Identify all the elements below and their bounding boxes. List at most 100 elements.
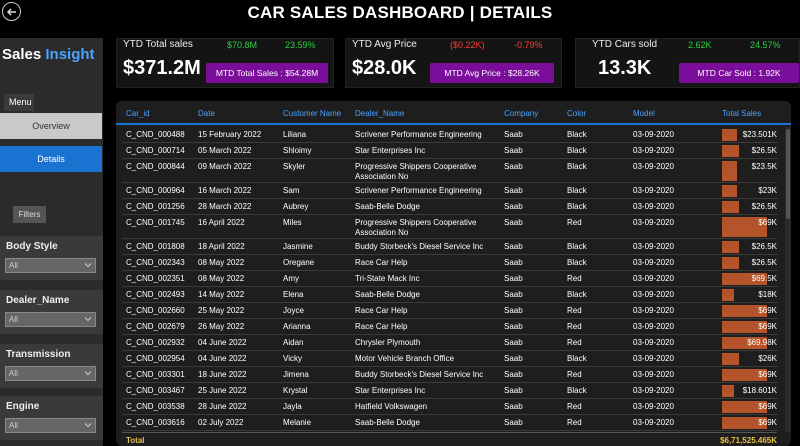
table-row[interactable]: C_CND_001745 16 April 2022 Miles Progressiv… xyxy=(122,215,777,239)
cell-company: Saab xyxy=(504,162,523,171)
kpi-delta-abs: $70.8M xyxy=(227,40,258,50)
sales-value: $69K xyxy=(758,218,777,227)
cell-customer: Aubrey xyxy=(283,202,309,211)
total-label: Total xyxy=(126,436,145,445)
cell-customer: Oregane xyxy=(283,258,315,267)
table-row[interactable]: C_CND_000714 05 March 2022 Shloimy Star Ent… xyxy=(122,143,777,159)
sales-value: $69K xyxy=(758,306,777,315)
cell-dealer: Saab-Belle Dodge xyxy=(355,202,420,211)
cell-total-sales: $69K xyxy=(722,369,777,381)
cell-id: C_CND_002660 xyxy=(126,306,185,315)
table-row[interactable]: C_CND_002679 26 May 2022 Arianna Race Car H… xyxy=(122,319,777,335)
cell-id: C_CND_001808 xyxy=(126,242,185,251)
sales-value: $69K xyxy=(758,402,777,411)
cell-color: Black xyxy=(567,130,587,139)
column-header-date[interactable]: Date xyxy=(198,109,215,118)
cell-id: C_CND_000488 xyxy=(126,130,185,139)
cell-color: Black xyxy=(567,186,587,195)
table-row[interactable]: C_CND_002351 08 May 2022 Amy Tri-State Mack… xyxy=(122,271,777,287)
cell-date: 28 March 2022 xyxy=(198,202,252,211)
dropdown-value: All xyxy=(9,315,18,324)
cell-total-sales: $18K xyxy=(722,289,777,301)
kpi-card-avg-price: YTD Avg Price $28.0K ($0.22K) -0.79% MTD… xyxy=(345,38,562,88)
cell-total-sales: $26.5K xyxy=(722,201,777,213)
table-row[interactable]: C_CND_002954 04 June 2022 Vicky Motor Vehic… xyxy=(122,351,777,367)
cell-color: Red xyxy=(567,418,582,427)
sales-bar xyxy=(722,353,739,365)
nav-overview-button[interactable]: Overview xyxy=(0,113,102,139)
table-row[interactable]: C_CND_002493 14 May 2022 Elena Saab-Belle D… xyxy=(122,287,777,303)
dropdown-value: All xyxy=(9,369,18,378)
table-row[interactable]: C_CND_000844 09 March 2022 Skyler Progressi… xyxy=(122,159,777,183)
table-row[interactable]: C_CND_002932 04 June 2022 Aidan Chrysler Pl… xyxy=(122,335,777,351)
column-header-car-id[interactable]: Car_id xyxy=(126,109,150,118)
table-row[interactable]: C_CND_003616 02 July 2022 Melanie Saab-Bell… xyxy=(122,415,777,431)
dealer-name-dropdown[interactable]: All xyxy=(5,312,96,327)
cell-color: Red xyxy=(567,370,582,379)
cell-company: Saab xyxy=(504,338,523,347)
cell-id: C_CND_001745 xyxy=(126,218,185,227)
cell-color: Black xyxy=(567,146,587,155)
cell-model: 03-09-2020 xyxy=(633,402,674,411)
cell-model: 03-09-2020 xyxy=(633,338,674,347)
column-header-customer[interactable]: Customer Name xyxy=(283,109,341,118)
sales-value: $23K xyxy=(758,186,777,195)
cell-model: 03-09-2020 xyxy=(633,130,674,139)
dropdown-value: All xyxy=(9,261,18,270)
body-style-dropdown[interactable]: All xyxy=(5,258,96,273)
column-header-total-sales[interactable]: Total Sales xyxy=(722,109,761,118)
cell-total-sales: $23.501K xyxy=(722,129,777,141)
column-header-model[interactable]: Model xyxy=(633,109,655,118)
cell-total-sales: $18.601K xyxy=(722,385,777,397)
cell-model: 03-09-2020 xyxy=(633,258,674,267)
cell-customer: Jasmine xyxy=(283,242,313,251)
cell-date: 08 May 2022 xyxy=(198,274,245,283)
nav-details-button[interactable]: Details xyxy=(0,146,102,172)
cell-id: C_CND_002954 xyxy=(126,354,185,363)
sales-bar xyxy=(722,241,739,253)
cell-model: 03-09-2020 xyxy=(633,370,674,379)
column-header-dealer[interactable]: Dealer_Name xyxy=(355,109,404,118)
cell-total-sales: $69K xyxy=(722,321,777,333)
cell-id: C_CND_003616 xyxy=(126,418,185,427)
table-row[interactable]: C_CND_003538 28 June 2022 Jayla Hatfield Vo… xyxy=(122,399,777,415)
cell-date: 25 June 2022 xyxy=(198,386,247,395)
table-row[interactable]: C_CND_001256 28 March 2022 Aubrey Saab-Bell… xyxy=(122,199,777,215)
table-row[interactable]: C_CND_000964 16 March 2022 Sam Scrivener Pe… xyxy=(122,183,777,199)
cell-dealer: Saab-Belle Dodge xyxy=(355,290,420,299)
cell-model: 03-09-2020 xyxy=(633,162,674,171)
cell-model: 03-09-2020 xyxy=(633,354,674,363)
cell-customer: Amy xyxy=(283,274,299,283)
table-row[interactable]: C_CND_000488 15 February 2022 Liliana Scriv… xyxy=(122,127,777,143)
sales-bar xyxy=(722,145,739,157)
table-header: Car_id Date Customer Name Dealer_Name Co… xyxy=(116,109,791,125)
kpi-value: $371.2M xyxy=(123,57,201,79)
transmission-dropdown[interactable]: All xyxy=(5,366,96,381)
sales-bar xyxy=(722,257,739,269)
filters-button[interactable]: Filters xyxy=(13,206,46,223)
kpi-name: YTD Avg Price xyxy=(352,39,417,50)
cell-color: Black xyxy=(567,290,587,299)
table-row[interactable]: C_CND_002660 25 May 2022 Joyce Race Car Hel… xyxy=(122,303,777,319)
sales-value: $18K xyxy=(758,290,777,299)
column-header-color[interactable]: Color xyxy=(567,109,586,118)
table-total-row: Total $6,71,525.465K xyxy=(122,432,777,446)
table-scrollbar[interactable] xyxy=(785,127,791,432)
cell-total-sales: $23.5K xyxy=(722,161,777,181)
table-row[interactable]: C_CND_003301 18 June 2022 Jimena Buddy Stor… xyxy=(122,367,777,383)
engine-dropdown[interactable]: All xyxy=(5,418,96,433)
table-row[interactable]: C_CND_001808 18 April 2022 Jasmine Buddy St… xyxy=(122,239,777,255)
table-row[interactable]: C_CND_002343 08 May 2022 Oregane Race Car H… xyxy=(122,255,777,271)
cell-color: Black xyxy=(567,202,587,211)
table-row[interactable]: C_CND_003467 25 June 2022 Krystal Star Ente… xyxy=(122,383,777,399)
column-header-company[interactable]: Company xyxy=(504,109,538,118)
cell-model: 03-09-2020 xyxy=(633,242,674,251)
cell-company: Saab xyxy=(504,306,523,315)
sales-value: $26.5K xyxy=(751,202,777,211)
cell-id: C_CND_002343 xyxy=(126,258,185,267)
kpi-delta-abs: ($0.22K) xyxy=(450,40,485,50)
kpi-delta-abs: 2.62K xyxy=(688,40,712,50)
slicer-transmission: Transmission All xyxy=(0,344,103,388)
cell-date: 04 June 2022 xyxy=(198,354,247,363)
scrollbar-thumb[interactable] xyxy=(786,129,790,219)
